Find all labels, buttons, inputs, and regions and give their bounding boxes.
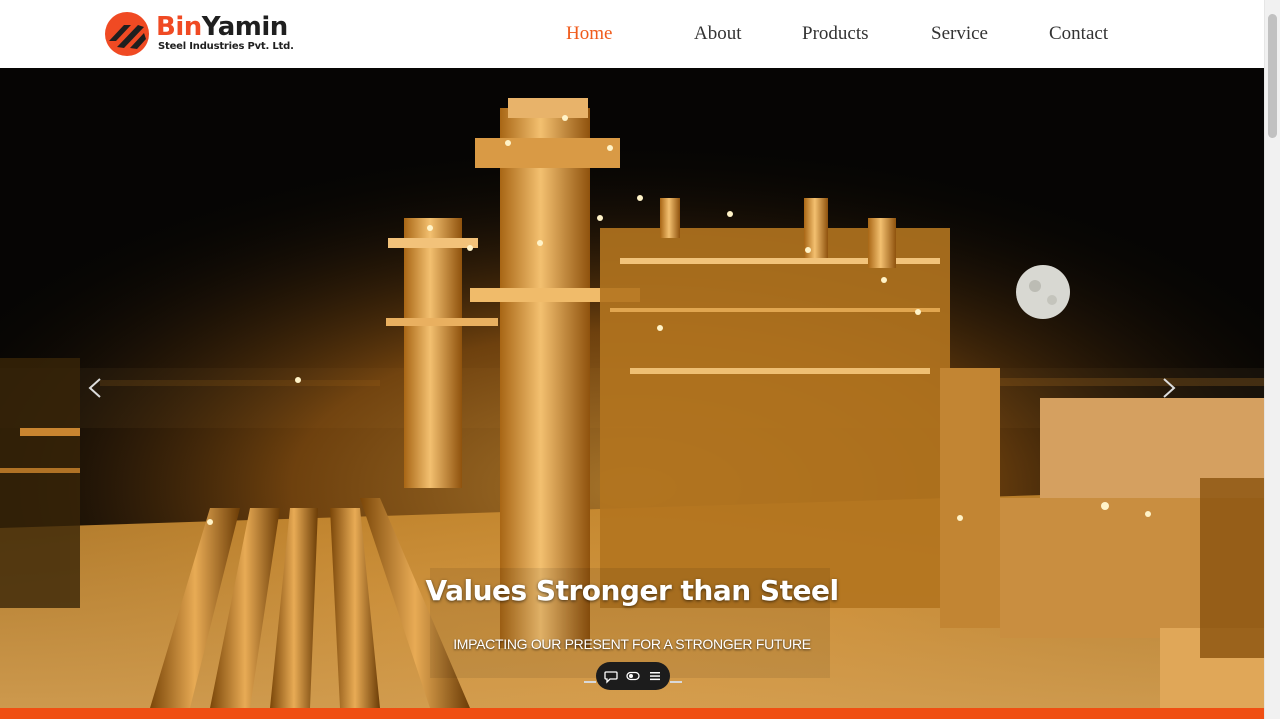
logo-mark-icon bbox=[105, 12, 149, 56]
brand-name-part2: Yamin bbox=[201, 12, 289, 42]
menu-icon[interactable] bbox=[647, 668, 663, 684]
floating-toolbar bbox=[596, 662, 670, 690]
chat-icon[interactable] bbox=[603, 668, 619, 684]
toggle-icon[interactable] bbox=[625, 668, 641, 684]
hero-slider: Values Stronger than Steel IMPACTING OUR… bbox=[0, 68, 1264, 708]
nav-about[interactable]: About bbox=[694, 23, 742, 45]
nav-service[interactable]: Service bbox=[931, 23, 988, 45]
hero-title: Values Stronger than Steel bbox=[425, 574, 839, 607]
brand-subtitle: Steel Industries Pvt. Ltd. bbox=[158, 41, 294, 52]
nav-home[interactable]: Home bbox=[566, 23, 612, 45]
nav-contact[interactable]: Contact bbox=[1049, 23, 1108, 45]
brand-name: BinYamin bbox=[156, 12, 288, 42]
chevron-right-icon[interactable] bbox=[1154, 373, 1184, 403]
page-scrollbar[interactable] bbox=[1264, 0, 1280, 719]
toolbar-line-left bbox=[584, 681, 596, 683]
toolbar-line-right bbox=[670, 681, 682, 683]
site-header: BinYamin Steel Industries Pvt. Ltd. Home… bbox=[0, 0, 1264, 68]
hero-background-image bbox=[0, 68, 1264, 708]
section-divider-bar bbox=[0, 708, 1264, 719]
brand-name-part1: Bin bbox=[156, 12, 202, 42]
scrollbar-thumb[interactable] bbox=[1268, 14, 1277, 138]
chevron-left-icon[interactable] bbox=[80, 373, 110, 403]
nav-products[interactable]: Products bbox=[802, 23, 869, 45]
hero-subtitle: IMPACTING OUR PRESENT FOR A STRONGER FUT… bbox=[453, 636, 811, 652]
brand-logo[interactable]: BinYamin Steel Industries Pvt. Ltd. bbox=[104, 11, 304, 57]
